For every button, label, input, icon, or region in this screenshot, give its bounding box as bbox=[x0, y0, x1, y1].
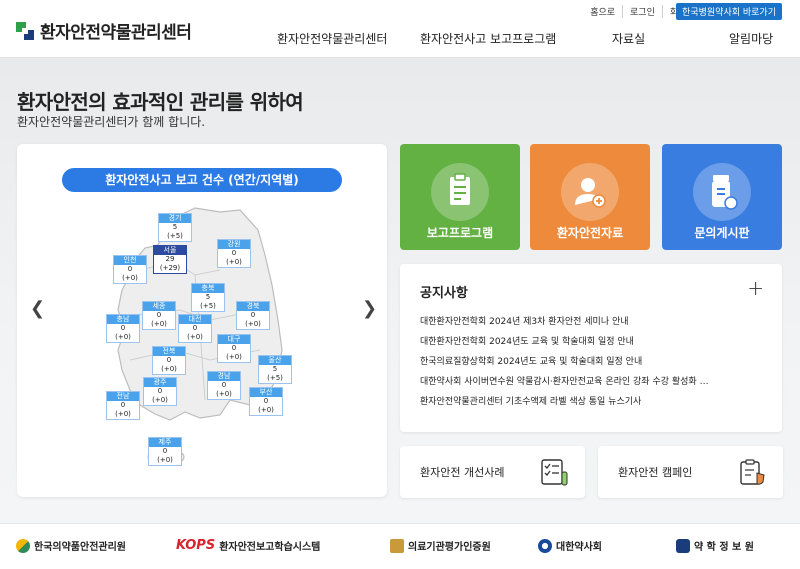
partner-footer: 한국의약품안전관리원 KOPS 환자안전보고학습시스템 의료기관평가인증원 대한… bbox=[0, 523, 800, 569]
notice-panel: 공지사항 + 대한환자안전학회 2024년 제3차 환자안전 세미나 안내 대한… bbox=[400, 264, 782, 432]
region-gyeongbuk[interactable]: 경북 0 (+0) bbox=[236, 301, 270, 330]
region-chungnam[interactable]: 충남 0 (+0) bbox=[106, 314, 140, 343]
list-item[interactable]: 대한환자안전학회 2024년도 교육 및 학술대회 일정 안내 bbox=[420, 332, 770, 352]
header: 환자안전약물관리센터 홈으로 로그인 회원가입 한국병원약사회 바로가기 환자안… bbox=[0, 0, 800, 58]
list-item[interactable]: 대한약사회 사이버연수원 약물감시·환자안전교육 온라인 강좌 수강 활성화 … bbox=[420, 372, 770, 392]
region-chungbuk[interactable]: 충북 5 (+5) bbox=[191, 283, 225, 312]
nav-center[interactable]: 환자안전약물관리센터 bbox=[277, 30, 387, 47]
region-daejeon[interactable]: 대전 0 (+0) bbox=[178, 314, 212, 343]
safety-campaign-card[interactable]: 환자안전 캠페인 bbox=[598, 446, 783, 498]
partner-label: 대한약사회 bbox=[556, 542, 602, 553]
nav-resources[interactable]: 자료실 bbox=[612, 30, 645, 47]
partner-label: 한국의약품안전관리원 bbox=[34, 542, 126, 553]
list-item[interactable]: 대한환자안전학회 2024년 제3차 환자안전 세미나 안내 bbox=[420, 312, 770, 332]
plus-icon[interactable]: + bbox=[747, 276, 764, 300]
login-link[interactable]: 로그인 bbox=[622, 5, 662, 18]
site-logo[interactable]: 환자안전약물관리센터 bbox=[16, 18, 192, 43]
kpis-logo-icon bbox=[676, 538, 690, 553]
notice-list: 대한환자안전학회 2024년 제3차 환자안전 세미나 안내 대한환자안전학회 … bbox=[420, 312, 770, 412]
kops-logo-icon: KOPS bbox=[176, 538, 216, 553]
tile-resources-label: 환자안전자료 bbox=[556, 226, 624, 240]
improvement-cases-label: 환자안전 개선사례 bbox=[420, 466, 505, 479]
tile-inquiry-label: 문의게시판 bbox=[694, 226, 750, 240]
region-gyeongnam[interactable]: 경남 0 (+0) bbox=[207, 371, 241, 400]
region-jeonnam[interactable]: 전남 0 (+0) bbox=[106, 391, 140, 420]
tile-inquiry-board[interactable]: 문의게시판 bbox=[662, 144, 782, 250]
kids-logo-icon bbox=[16, 538, 30, 553]
region-seoul[interactable]: 서울 29 (+29) bbox=[153, 245, 187, 274]
tile-safety-resources[interactable]: 환자안전자료 bbox=[530, 144, 650, 250]
partner-kids[interactable]: 한국의약품안전관리원 bbox=[16, 538, 126, 553]
kpa-logo-icon bbox=[538, 538, 552, 553]
pill-bottle-icon bbox=[693, 163, 751, 221]
region-sejong[interactable]: 세종 0 (+0) bbox=[142, 301, 176, 330]
region-jeju[interactable]: 제주 0 (+0) bbox=[148, 437, 182, 466]
user-plus-icon bbox=[561, 163, 619, 221]
region-jeonbuk[interactable]: 전북 0 (+0) bbox=[152, 346, 186, 375]
prev-arrow-icon[interactable]: ❮ bbox=[30, 298, 45, 319]
region-gyeonggi[interactable]: 경기 5 (+5) bbox=[158, 213, 192, 242]
safety-campaign-label: 환자안전 캠페인 bbox=[618, 466, 693, 479]
logo-mark-icon bbox=[16, 21, 34, 40]
koiha-logo-icon bbox=[390, 538, 404, 553]
region-daegu[interactable]: 대구 0 (+0) bbox=[217, 334, 251, 363]
region-gangwon[interactable]: 강원 0 (+0) bbox=[217, 239, 251, 268]
kshp-shortcut-button[interactable]: 한국병원약사회 바로가기 bbox=[676, 3, 782, 20]
partner-label: 약 학 정 보 원 bbox=[694, 542, 754, 553]
hero-subtitle: 환자안전약물관리센터가 함께 합니다. bbox=[17, 115, 206, 129]
checklist-icon bbox=[541, 459, 568, 486]
notice-title: 공지사항 bbox=[420, 286, 468, 301]
region-incheon[interactable]: 인천 0 (+0) bbox=[113, 255, 147, 284]
partner-label: 환자안전보고학습시스템 bbox=[219, 542, 321, 553]
improvement-cases-card[interactable]: 환자안전 개선사례 bbox=[400, 446, 585, 498]
partner-kops[interactable]: KOPS 환자안전보고학습시스템 bbox=[176, 538, 320, 553]
tile-report-program[interactable]: 보고프로그램 bbox=[400, 144, 520, 250]
map-title: 환자안전사고 보고 건수 (연간/지역별) bbox=[62, 168, 342, 192]
nav-notice[interactable]: 알림마당 bbox=[729, 30, 773, 47]
region-gwangju[interactable]: 광주 0 (+0) bbox=[143, 377, 177, 406]
next-arrow-icon[interactable]: ❯ bbox=[362, 298, 377, 319]
nav-report-program[interactable]: 환자안전사고 보고프로그램 bbox=[420, 30, 556, 47]
partner-kpa[interactable]: 대한약사회 bbox=[538, 538, 602, 553]
partner-kpis[interactable]: 약 학 정 보 원 bbox=[676, 538, 754, 553]
partner-koiha[interactable]: 의료기관평가인증원 bbox=[390, 538, 491, 553]
region-busan[interactable]: 부산 0 (+0) bbox=[249, 387, 283, 416]
report-clipboard-icon bbox=[431, 163, 489, 221]
list-item[interactable]: 환자안전약물관리센터 기초수액제 라벨 색상 통일 뉴스기사 bbox=[420, 392, 770, 412]
campaign-clipboard-icon bbox=[740, 459, 765, 485]
tile-report-label: 보고프로그램 bbox=[426, 226, 494, 240]
partner-label: 의료기관평가인증원 bbox=[408, 542, 491, 553]
region-ulsan[interactable]: 울산 5 (+5) bbox=[258, 355, 292, 384]
hero-title: 환자안전의 효과적인 관리를 위하여 bbox=[17, 90, 304, 114]
home-link[interactable]: 홈으로 bbox=[583, 5, 622, 18]
list-item[interactable]: 한국의료질향상학회 2024년도 교육 및 학술대회 일정 안내 bbox=[420, 352, 770, 372]
logo-text: 환자안전약물관리센터 bbox=[40, 23, 192, 43]
